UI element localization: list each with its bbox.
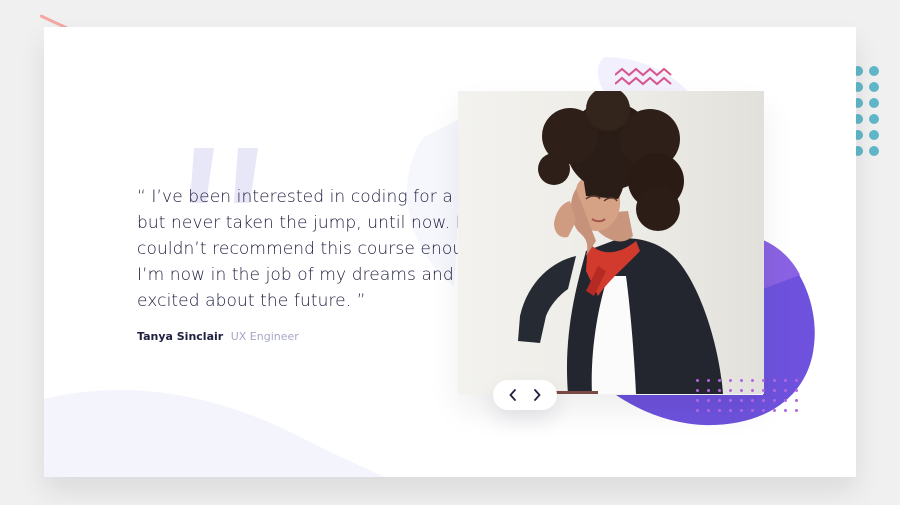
- slider-navigation: [493, 380, 557, 410]
- quote-line: couldn’t recommend this course enough.: [137, 239, 490, 259]
- testimonial-quote: “ I’ve been interested in coding for a w…: [137, 184, 509, 314]
- decorative-dot-grid: [696, 379, 798, 412]
- chevron-right-icon: [534, 389, 541, 401]
- decorative-dot-grid: [853, 66, 879, 156]
- testimonial-author: Tanya Sinclair UX Engineer: [137, 330, 299, 343]
- author-name: Tanya Sinclair: [137, 330, 224, 343]
- testimonial-card: “ I’ve been interested in coding for a w…: [44, 27, 856, 477]
- next-button[interactable]: [527, 385, 547, 405]
- quote-line: but never taken the jump, until now. I: [137, 213, 461, 233]
- chevron-left-icon: [509, 389, 516, 401]
- previous-button[interactable]: [503, 385, 523, 405]
- quote-line: “ I’ve been interested in coding for a w…: [137, 187, 504, 207]
- quote-line: I’m now in the job of my dreams and so: [137, 265, 479, 285]
- author-role: UX Engineer: [230, 330, 299, 343]
- profile-photo: [458, 91, 764, 394]
- quote-line: excited about the future. ”: [137, 291, 366, 311]
